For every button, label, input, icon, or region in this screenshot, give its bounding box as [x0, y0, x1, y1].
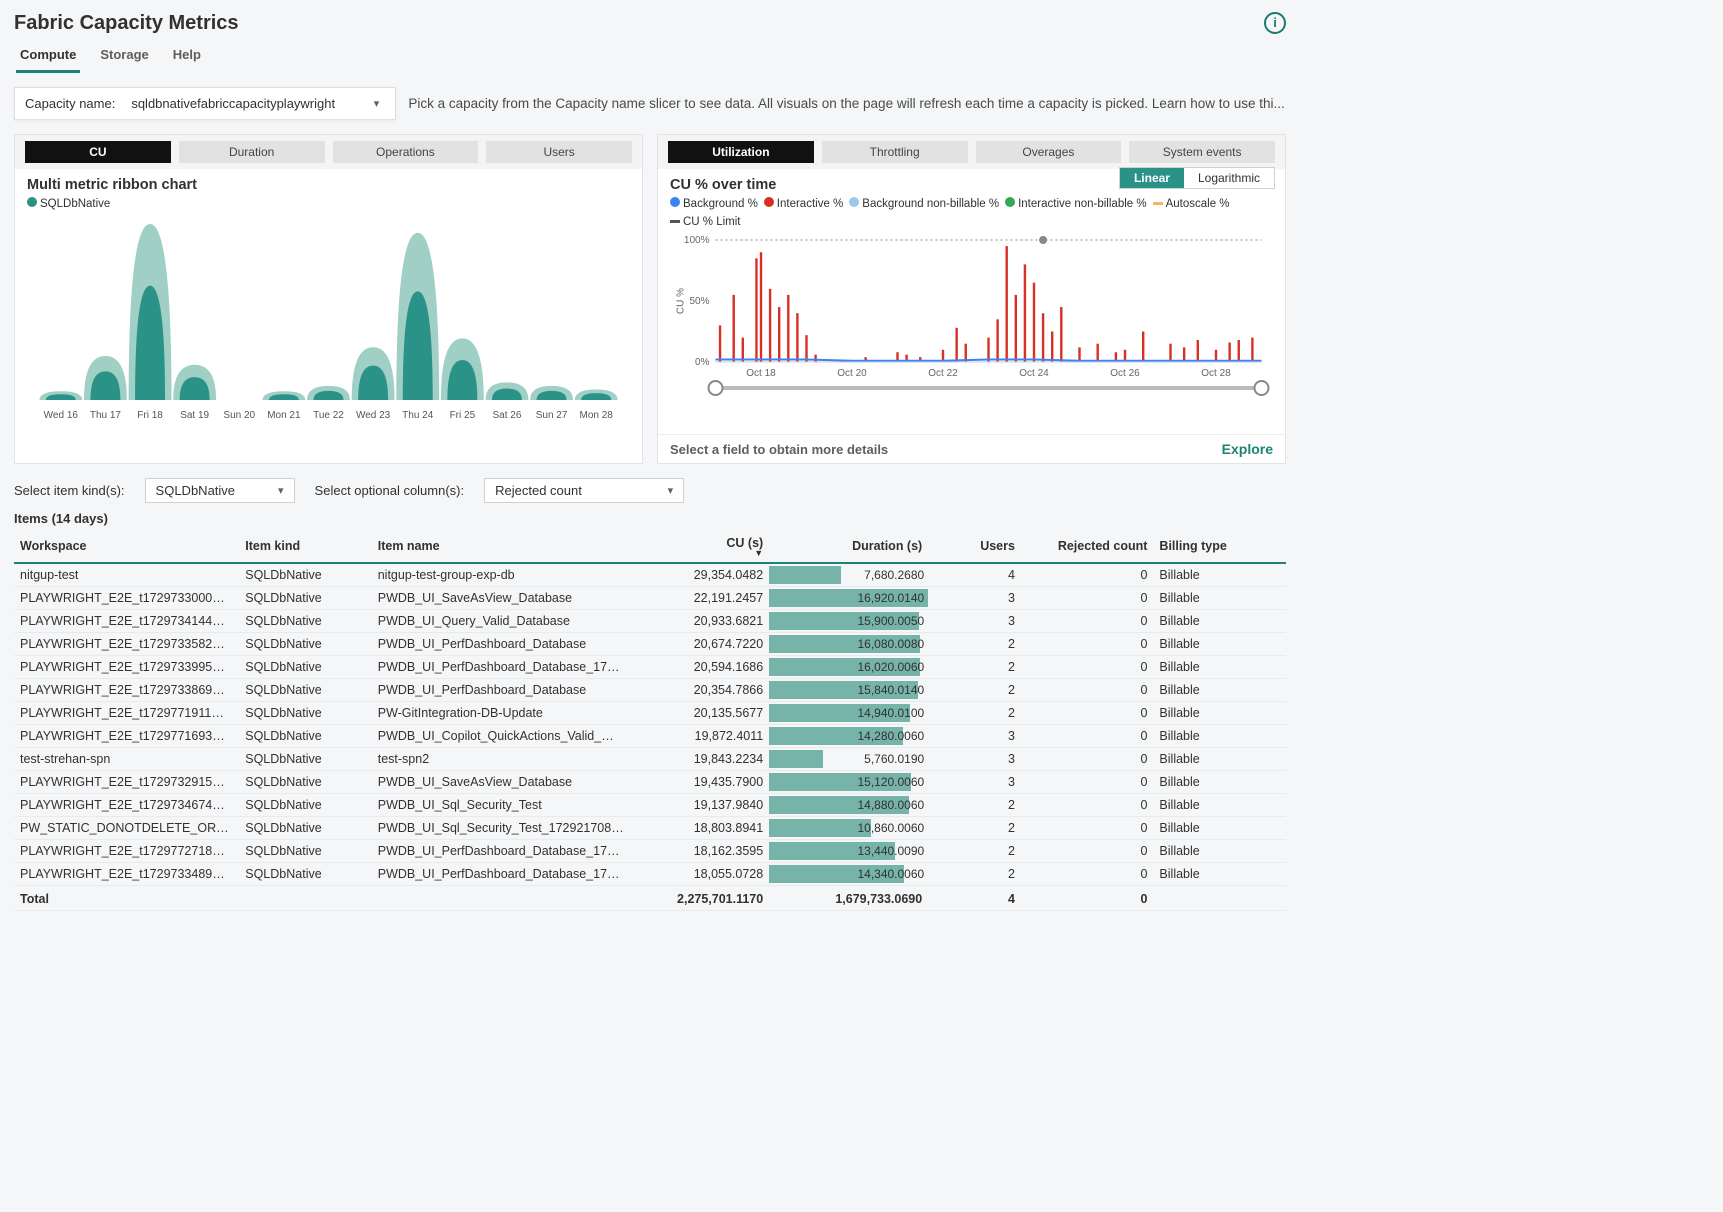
- table-row[interactable]: PW_STATIC_DONOTDELETE_OR_…SQLDbNativePWD…: [14, 817, 1286, 840]
- svg-text:Thu 17: Thu 17: [90, 410, 122, 421]
- right-tab-throttling[interactable]: Throttling: [822, 141, 968, 163]
- info-icon[interactable]: i: [1264, 12, 1286, 34]
- table-row[interactable]: test-strehan-spnSQLDbNativetest-spn219,8…: [14, 748, 1286, 771]
- scale-logarithmic-button[interactable]: Logarithmic: [1184, 168, 1274, 188]
- capacity-slicer-label: Capacity name:: [25, 96, 115, 111]
- col-workspace[interactable]: Workspace: [14, 530, 239, 563]
- svg-text:Wed 23: Wed 23: [356, 410, 391, 421]
- chevron-down-icon: ▾: [278, 484, 284, 497]
- page-title: Fabric Capacity Metrics: [14, 8, 239, 37]
- svg-text:Tue 22: Tue 22: [313, 410, 344, 421]
- svg-text:Wed 16: Wed 16: [44, 410, 79, 421]
- ribbon-chart-title: Multi metric ribbon chart: [15, 169, 642, 197]
- table-row[interactable]: PLAYWRIGHT_E2E_t1729733489…SQLDbNativePW…: [14, 863, 1286, 886]
- tab-help[interactable]: Help: [169, 41, 205, 73]
- table-row[interactable]: PLAYWRIGHT_E2E_t1729772718…SQLDbNativePW…: [14, 840, 1286, 863]
- main-tabs: Compute Storage Help: [14, 37, 1286, 73]
- tab-storage[interactable]: Storage: [96, 41, 152, 73]
- table-row[interactable]: PLAYWRIGHT_E2E_t1729734674…SQLDbNativePW…: [14, 794, 1286, 817]
- svg-text:Mon 21: Mon 21: [267, 410, 301, 421]
- ribbon-chart[interactable]: Wed 16 Thu 17 Fri 18 Sat 19 Sun 20 Mon 21 Tue …: [23, 214, 634, 424]
- svg-text:Sun 27: Sun 27: [536, 410, 568, 421]
- col-item-kind[interactable]: Item kind: [239, 530, 371, 563]
- sort-desc-icon: ▼: [643, 550, 763, 556]
- svg-text:100%: 100%: [684, 235, 710, 246]
- ribbon-legend-item: SQLDbNative: [27, 197, 110, 210]
- legend-item: Background %: [670, 197, 758, 210]
- svg-text:Oct 26: Oct 26: [1110, 368, 1140, 379]
- col-item-name[interactable]: Item name: [372, 530, 637, 563]
- svg-text:CU %: CU %: [676, 288, 687, 314]
- item-kind-value: SQLDbNative: [156, 483, 235, 498]
- scale-linear-button[interactable]: Linear: [1120, 168, 1184, 188]
- col-users[interactable]: Users: [928, 530, 1021, 563]
- tab-compute[interactable]: Compute: [16, 41, 80, 73]
- table-row[interactable]: PLAYWRIGHT_E2E_t1729733582…SQLDbNativePW…: [14, 633, 1286, 656]
- capacity-slicer-dropdown[interactable]: sqldbnativefabriccapacityplaywright ▾: [125, 94, 385, 113]
- optional-columns-value: Rejected count: [495, 483, 582, 498]
- explore-link[interactable]: Explore: [1222, 441, 1273, 457]
- legend-item: Autoscale %: [1153, 198, 1230, 210]
- utilization-tabs: Utilization Throttling Overages System even…: [658, 135, 1285, 169]
- table-total-row: Total2,275,701.11701,679,733.069040: [14, 886, 1286, 911]
- svg-text:Sat 26: Sat 26: [493, 410, 522, 421]
- right-tab-overages[interactable]: Overages: [976, 141, 1122, 163]
- scale-toggle: LinearLogarithmic: [1119, 167, 1275, 189]
- table-row[interactable]: PLAYWRIGHT_E2E_t1729733869…SQLDbNativePW…: [14, 679, 1286, 702]
- svg-text:Mon 28: Mon 28: [580, 410, 614, 421]
- svg-text:Fri 25: Fri 25: [450, 410, 476, 421]
- col-cu-s-[interactable]: CU (s)▼: [637, 530, 769, 563]
- table-row[interactable]: PLAYWRIGHT_E2E_t1729733995…SQLDbNativePW…: [14, 656, 1286, 679]
- ribbon-tab-duration[interactable]: Duration: [179, 141, 325, 163]
- items-title: Items (14 days): [14, 511, 1286, 526]
- detail-hint: Select a field to obtain more details: [670, 442, 888, 457]
- svg-text:Fri 18: Fri 18: [137, 410, 163, 421]
- svg-text:Sat 19: Sat 19: [180, 410, 209, 421]
- chevron-down-icon: ▾: [374, 97, 380, 110]
- table-row[interactable]: PLAYWRIGHT_E2E_t1729733000…SQLDbNativePW…: [14, 587, 1286, 610]
- ribbon-tab-users[interactable]: Users: [486, 141, 632, 163]
- optional-columns-dropdown[interactable]: Rejected count ▾: [484, 478, 684, 503]
- table-row[interactable]: PLAYWRIGHT_E2E_t1729771911…SQLDbNativePW…: [14, 702, 1286, 725]
- svg-text:50%: 50%: [689, 296, 709, 307]
- svg-text:Thu 24: Thu 24: [402, 410, 434, 421]
- range-slider-end[interactable]: [1255, 381, 1269, 395]
- col-duration-s-[interactable]: Duration (s): [769, 530, 928, 563]
- table-row[interactable]: PLAYWRIGHT_E2E_t1729734144…SQLDbNativePW…: [14, 610, 1286, 633]
- ribbon-card: CU Duration Operations Users Multi metric r…: [14, 134, 643, 464]
- svg-text:Oct 22: Oct 22: [928, 368, 958, 379]
- capacity-slicer: Capacity name: sqldbnativefabriccapacity…: [14, 87, 396, 120]
- col-rejected-count[interactable]: Rejected count: [1021, 530, 1153, 563]
- svg-text:Oct 18: Oct 18: [746, 368, 776, 379]
- svg-text:Oct 20: Oct 20: [837, 368, 867, 379]
- right-tab-system-events[interactable]: System events: [1129, 141, 1275, 163]
- svg-text:Sun 20: Sun 20: [223, 410, 255, 421]
- optional-columns-label: Select optional column(s):: [315, 483, 465, 498]
- item-kind-dropdown[interactable]: SQLDbNative ▾: [145, 478, 295, 503]
- items-table: WorkspaceItem kindItem nameCU (s)▼Durati…: [14, 530, 1286, 911]
- help-text: Pick a capacity from the Capacity name s…: [408, 96, 1286, 111]
- right-tab-utilization[interactable]: Utilization: [668, 141, 814, 163]
- capacity-slicer-value: sqldbnativefabriccapacityplaywright: [131, 96, 335, 111]
- table-row[interactable]: PLAYWRIGHT_E2E_t1729771693…SQLDbNativePW…: [14, 725, 1286, 748]
- legend-item: Background non-billable %: [849, 197, 999, 210]
- col-billing-type[interactable]: Billing type: [1153, 530, 1286, 563]
- legend-item: Interactive non-billable %: [1005, 197, 1147, 210]
- table-row[interactable]: nitgup-testSQLDbNativenitgup-test-group-…: [14, 563, 1286, 587]
- chevron-down-icon: ▾: [668, 484, 674, 497]
- table-row[interactable]: PLAYWRIGHT_E2E_t1729732915…SQLDbNativePW…: [14, 771, 1286, 794]
- ribbon-tab-operations[interactable]: Operations: [333, 141, 479, 163]
- range-slider-start[interactable]: [709, 381, 723, 395]
- cu-chart-legend: Background % Interactive % Background non-…: [658, 197, 1285, 232]
- legend-item: Interactive %: [764, 197, 843, 210]
- ribbon-metric-tabs: CU Duration Operations Users: [15, 135, 642, 169]
- cu-chart[interactable]: 0% 50% 100% CU % Oct 18 Oct 20 Oct 22 Oct 24 Oct…: [666, 232, 1277, 402]
- svg-text:Oct 24: Oct 24: [1019, 368, 1049, 379]
- ribbon-tab-cu[interactable]: CU: [25, 141, 171, 163]
- legend-item: CU % Limit: [670, 216, 741, 228]
- item-kind-label: Select item kind(s):: [14, 483, 125, 498]
- utilization-card: Utilization Throttling Overages System even…: [657, 134, 1286, 464]
- svg-text:0%: 0%: [695, 357, 710, 368]
- svg-text:Oct 28: Oct 28: [1201, 368, 1231, 379]
